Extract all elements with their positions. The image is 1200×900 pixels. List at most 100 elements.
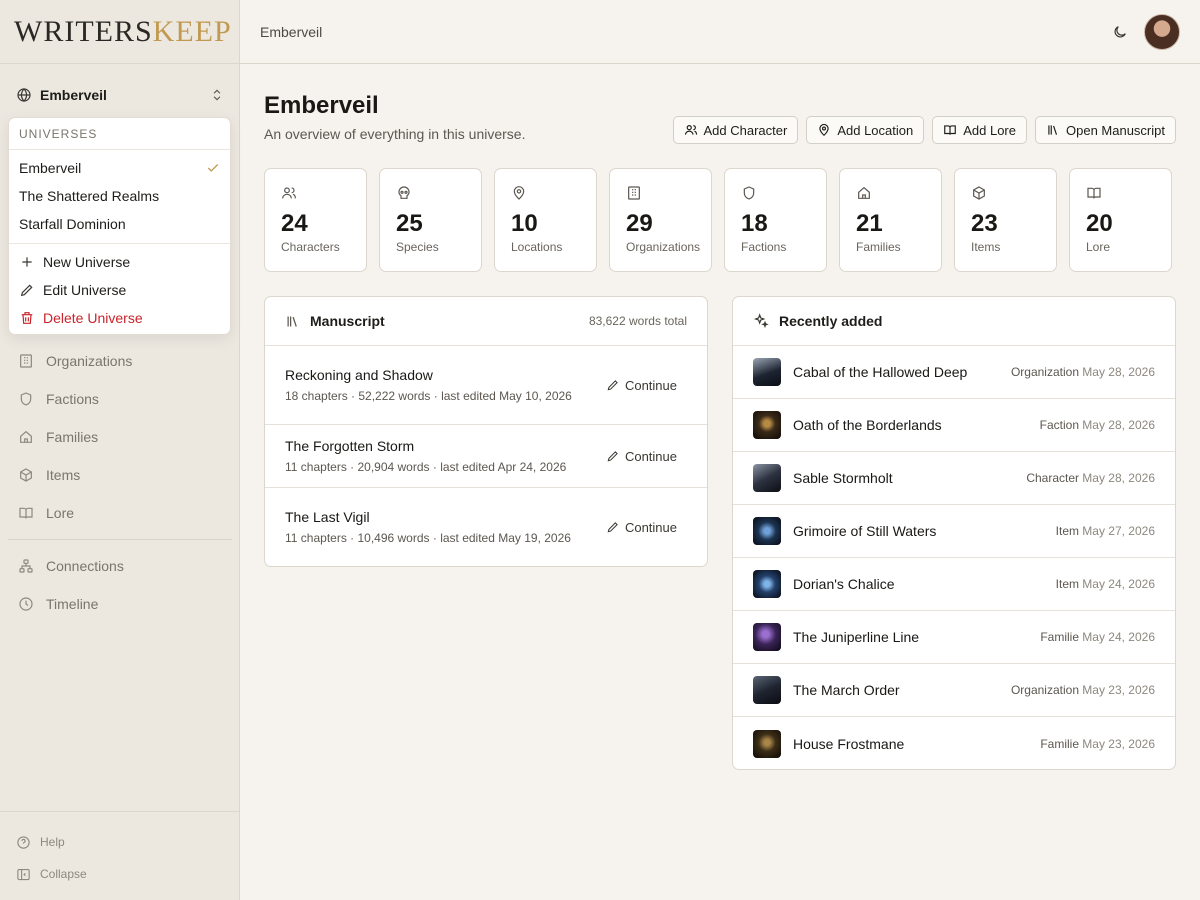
stat-label: Locations — [511, 240, 563, 254]
page-actions: Add Character Add Location Add Lore Open… — [672, 116, 1176, 144]
manuscript-title: Manuscript — [310, 313, 385, 329]
pencil-icon — [606, 520, 620, 534]
users-icon — [281, 185, 366, 201]
stat-card-factions[interactable]: 18 Factions — [724, 168, 827, 272]
stat-label: Organizations — [626, 240, 701, 254]
entity-thumbnail — [753, 464, 781, 492]
recent-item-row[interactable]: Dorian's Chalice Item May 24, 2026 — [733, 558, 1175, 611]
recent-item-row[interactable]: Cabal of the Hallowed Deep Organization … — [733, 346, 1175, 399]
recent-item-row[interactable]: Oath of the Borderlands Faction May 28, … — [733, 399, 1175, 452]
entity-date: May 24, 2026 — [1082, 630, 1155, 644]
stat-card-lore[interactable]: 20 Lore — [1069, 168, 1172, 272]
continue-button[interactable]: Continue — [606, 520, 677, 535]
building-icon — [626, 185, 711, 201]
sidebar-item-families[interactable]: Families — [8, 418, 232, 456]
universe-option-shattered-realms[interactable]: The Shattered Realms — [9, 182, 230, 210]
sidebar-item-connections[interactable]: Connections — [8, 547, 232, 585]
entity-thumbnail — [753, 517, 781, 545]
sidebar-item-label: Families — [46, 429, 99, 445]
sidebar-item-label: Lore — [46, 505, 75, 521]
entity-date: May 23, 2026 — [1082, 736, 1155, 751]
entity-name: Cabal of the Hallowed Deep — [793, 364, 968, 380]
universe-option-label: Emberveil — [19, 160, 82, 176]
entity-thumbnail — [753, 729, 781, 758]
stat-value: 10 — [511, 210, 538, 237]
sidebar-item-timeline[interactable]: Timeline — [8, 585, 232, 623]
new-universe-button[interactable]: New Universe — [9, 248, 230, 276]
continue-label: Continue — [624, 519, 677, 535]
sidebar-item-label: Connections — [46, 558, 124, 574]
entity-type: Organization — [1010, 365, 1079, 379]
help-label: Help — [40, 835, 65, 849]
recently-added-title: Recently added — [779, 313, 883, 329]
open-manuscript-button[interactable]: Open Manuscript — [1035, 116, 1176, 144]
stat-card-families[interactable]: 21 Families — [839, 168, 942, 272]
recent-item-row[interactable]: Sable Stormholt Character May 28, 2026 — [733, 452, 1175, 505]
library-icon — [285, 314, 300, 329]
entity-date: May 28, 2026 — [1082, 418, 1155, 432]
entity-date: May 27, 2026 — [1082, 524, 1155, 538]
stat-value: 23 — [971, 210, 998, 237]
collapse-label: Collapse — [40, 867, 87, 881]
collapse-panel-icon — [16, 867, 31, 882]
manuscript-row[interactable]: The Last Vigil 11 chapters · 10,496 word… — [265, 488, 707, 566]
stat-label: Families — [856, 240, 901, 254]
collapse-button[interactable]: Collapse — [0, 858, 239, 890]
stat-label: Factions — [741, 240, 787, 254]
entity-thumbnail — [753, 358, 781, 386]
stat-card-characters[interactable]: 24 Characters — [264, 168, 367, 272]
network-icon — [18, 558, 34, 574]
box-icon — [18, 467, 34, 483]
manuscript-word-total: 83,622 words total — [588, 314, 687, 328]
help-button[interactable]: Help — [0, 826, 239, 858]
sidebar-item-organizations[interactable]: Organizations — [8, 342, 232, 380]
stat-card-organizations[interactable]: 29 Organizations — [609, 168, 712, 272]
skull-icon — [396, 185, 481, 201]
add-character-button[interactable]: Add Character — [672, 116, 799, 144]
avatar[interactable] — [1144, 13, 1180, 50]
stat-label: Characters — [281, 240, 340, 254]
entity-date: May 24, 2026 — [1082, 577, 1155, 591]
entity-date: May 28, 2026 — [1082, 365, 1155, 379]
universe-switcher[interactable]: Emberveil — [8, 80, 232, 110]
help-circle-icon — [16, 835, 31, 850]
entity-name: Grimoire of Still Waters — [793, 523, 937, 539]
new-universe-label: New Universe — [43, 254, 131, 270]
recent-item-row[interactable]: The March Order Organization May 23, 202… — [733, 664, 1175, 717]
sidebar-item-items[interactable]: Items — [8, 456, 232, 494]
universe-option-starfall-dominion[interactable]: Starfall Dominion — [9, 210, 230, 238]
moon-icon[interactable] — [1112, 24, 1128, 40]
stat-card-items[interactable]: 23 Items — [954, 168, 1057, 272]
stat-card-species[interactable]: 25 Species — [379, 168, 482, 272]
manuscript-row[interactable]: The Forgotten Storm 11 chapters · 20,904… — [265, 425, 707, 488]
dropdown-header: UNIVERSES — [9, 118, 230, 150]
manuscript-row[interactable]: Reckoning and Shadow 18 chapters · 52,22… — [265, 346, 707, 425]
breadcrumb[interactable]: Emberveil — [260, 24, 1112, 40]
sidebar-item-label: Items — [46, 467, 81, 483]
sidebar-item-label: Timeline — [46, 596, 99, 612]
entity-name: The March Order — [793, 682, 900, 698]
add-lore-button[interactable]: Add Lore — [932, 116, 1027, 144]
house-icon — [856, 185, 941, 201]
app-logo[interactable]: WRITERS KEEP — [0, 0, 239, 64]
recent-item-row[interactable]: House Frostmane Familie May 23, 2026 — [733, 717, 1175, 769]
add-lore-label: Add Lore — [963, 122, 1016, 138]
delete-universe-button[interactable]: Delete Universe — [9, 304, 230, 332]
continue-button[interactable]: Continue — [606, 449, 677, 464]
universe-option-label: The Shattered Realms — [19, 188, 160, 204]
recently-added-card: Recently added Cabal of the Hallowed Dee… — [732, 296, 1176, 770]
edit-universe-button[interactable]: Edit Universe — [9, 276, 230, 304]
recent-item-row[interactable]: The Juniperline Line Familie May 24, 202… — [733, 611, 1175, 664]
entity-thumbnail — [753, 411, 781, 439]
continue-button[interactable]: Continue — [606, 378, 677, 393]
logo-text-keep: KEEP — [152, 14, 232, 48]
recent-item-row[interactable]: Grimoire of Still Waters Item May 27, 20… — [733, 505, 1175, 558]
sidebar-item-factions[interactable]: Factions — [8, 380, 232, 418]
universe-option-emberveil[interactable]: Emberveil — [9, 154, 230, 182]
logo-text-writers: WRITERS — [14, 14, 153, 48]
add-location-button[interactable]: Add Location — [806, 116, 925, 144]
stat-card-locations[interactable]: 10 Locations — [494, 168, 597, 272]
entity-type: Item — [1055, 524, 1079, 538]
sidebar-item-lore[interactable]: Lore — [8, 494, 232, 532]
dropdown-divider — [9, 243, 230, 244]
